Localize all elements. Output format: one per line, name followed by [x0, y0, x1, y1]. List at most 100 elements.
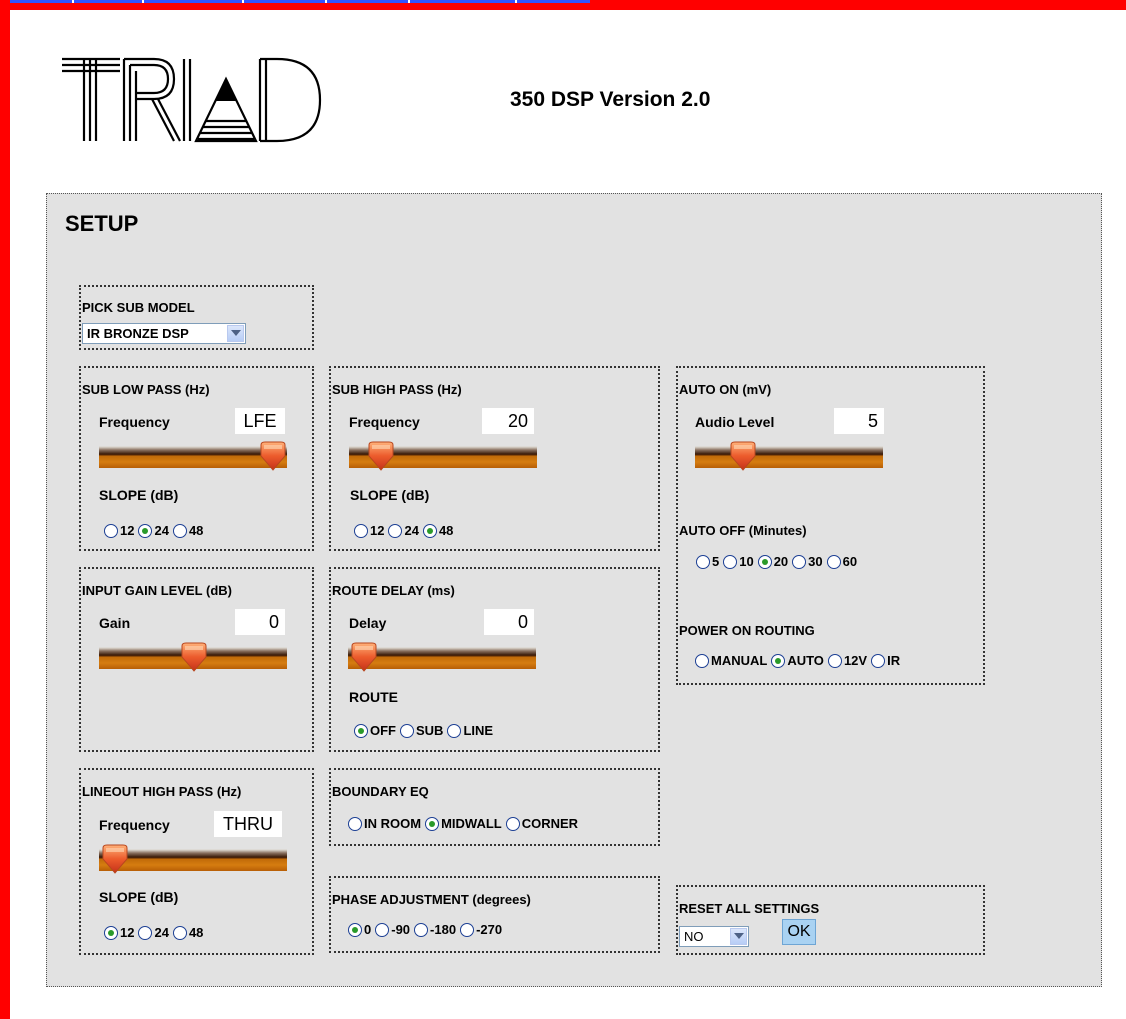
auto-off-option[interactable]: 60 — [826, 553, 858, 571]
lineout-slope-radio[interactable] — [172, 925, 187, 940]
power-on-routing-group[interactable]: MANUAL AUTO 12V IR — [695, 652, 904, 674]
power-on-routing-radio[interactable] — [871, 653, 886, 668]
slider-thumb[interactable] — [348, 641, 382, 673]
sub-low-pass-slope-radio[interactable] — [172, 523, 187, 538]
sub-low-pass-slope-group[interactable]: 12 24 48 — [104, 522, 207, 544]
slider-thumb[interactable] — [365, 440, 399, 472]
slider-thumb[interactable] — [99, 843, 133, 875]
power-on-routing-option[interactable]: AUTO — [771, 652, 824, 670]
boundary-eq-group[interactable]: IN ROOM MIDWALL CORNER — [348, 815, 582, 837]
phase-radio[interactable] — [348, 922, 362, 937]
route-group[interactable]: OFF SUB LINE — [354, 722, 497, 744]
power-on-routing-radio[interactable] — [827, 653, 842, 668]
chevron-down-icon[interactable] — [730, 928, 747, 945]
auto-off-radio[interactable] — [757, 554, 772, 569]
power-on-routing-radio[interactable] — [771, 653, 786, 668]
sub-low-pass-slope-radio[interactable] — [104, 523, 118, 538]
sub-low-pass-slope-label: 48 — [188, 523, 204, 539]
phase-group[interactable]: 0 -90 -180 -270 — [348, 921, 506, 943]
ok-button[interactable]: OK — [782, 919, 816, 945]
boundary-eq-radio[interactable] — [425, 816, 440, 831]
phase-option[interactable]: -180 — [414, 921, 456, 939]
boundary-eq-radio[interactable] — [505, 816, 520, 831]
auto-off-option[interactable]: 10 — [723, 553, 754, 571]
delay-value[interactable]: 0 — [484, 609, 534, 635]
lineout-slope-radio[interactable] — [138, 925, 153, 940]
slider-thumb[interactable] — [178, 641, 212, 673]
phase-radio[interactable] — [460, 922, 475, 937]
auto-off-option[interactable]: 20 — [757, 553, 788, 571]
phase-title: PHASE ADJUSTMENT (degrees) — [332, 892, 531, 907]
route-radio[interactable] — [447, 723, 462, 738]
lineout-slope-option[interactable]: 24 — [138, 924, 169, 942]
power-on-routing-option[interactable]: MANUAL — [695, 652, 767, 670]
route-radio[interactable] — [354, 723, 368, 738]
sub-high-pass-frequency-value[interactable]: 20 — [482, 408, 534, 434]
sub-low-pass-slope-option[interactable]: 48 — [172, 522, 204, 540]
sub-high-pass-slider[interactable] — [349, 440, 537, 471]
phase-option[interactable]: -90 — [375, 921, 410, 939]
gain-slider[interactable] — [99, 641, 287, 672]
boundary-eq-option[interactable]: CORNER — [505, 815, 578, 833]
chevron-down-icon[interactable] — [227, 325, 244, 342]
power-on-routing-option[interactable]: IR — [871, 652, 900, 670]
slider-thumb[interactable] — [257, 440, 291, 472]
lineout-slider[interactable] — [99, 843, 287, 874]
power-on-routing-label: AUTO — [787, 653, 824, 669]
phase-option[interactable]: -270 — [460, 921, 502, 939]
sub-high-pass-slope-option[interactable]: 24 — [388, 522, 419, 540]
audio-level-slider[interactable] — [695, 440, 883, 471]
route-option[interactable]: LINE — [447, 722, 493, 740]
sub-low-pass-slope-option[interactable]: 24 — [138, 522, 169, 540]
auto-off-label: 60 — [842, 554, 858, 570]
lineout-frequency-value[interactable]: THRU — [214, 811, 282, 837]
phase-radio[interactable] — [375, 922, 390, 937]
route-label: OFF — [370, 723, 396, 739]
auto-off-radio[interactable] — [826, 554, 841, 569]
sub-low-pass-slope-radio[interactable] — [138, 523, 153, 538]
lineout-slope-option[interactable]: 48 — [172, 924, 203, 942]
sub-low-pass-slope-label: SLOPE (dB) — [99, 487, 179, 503]
route-radio[interactable] — [400, 723, 414, 738]
power-on-routing-option[interactable]: 12V — [827, 652, 868, 670]
auto-off-option[interactable]: 5 — [696, 553, 719, 571]
gain-value[interactable]: 0 — [235, 609, 285, 635]
reset-select[interactable]: NO — [679, 926, 749, 947]
sub-low-pass-slider[interactable] — [99, 440, 287, 471]
auto-off-title: AUTO OFF (Minutes) — [679, 523, 807, 538]
sub-high-pass-slope-radio[interactable] — [422, 523, 437, 538]
reset-selected: NO — [684, 929, 704, 944]
audio-level-value[interactable]: 5 — [834, 408, 884, 434]
sub-low-pass-frequency-value[interactable]: LFE — [235, 408, 285, 434]
route-option[interactable]: OFF — [354, 722, 396, 740]
power-on-routing-label: 12V — [843, 653, 868, 669]
lineout-slope-option[interactable]: 12 — [104, 924, 134, 942]
auto-off-group[interactable]: 5 10 20 30 60 — [696, 553, 861, 575]
slider-thumb[interactable] — [727, 440, 761, 472]
sub-high-pass-slope-radio[interactable] — [354, 523, 368, 538]
auto-off-radio[interactable] — [792, 554, 807, 569]
sub-high-pass-slope-group[interactable]: 12 24 48 — [354, 522, 457, 544]
sub-model-select[interactable]: IR BRONZE DSP — [82, 323, 246, 344]
lineout-slope-radio[interactable] — [104, 925, 118, 940]
phase-radio[interactable] — [414, 922, 429, 937]
auto-off-radio[interactable] — [723, 554, 738, 569]
input-gain-title: INPUT GAIN LEVEL (dB) — [82, 583, 232, 598]
phase-option[interactable]: 0 — [348, 921, 371, 939]
boundary-eq-radio[interactable] — [348, 816, 362, 831]
delay-slider[interactable] — [348, 641, 536, 672]
auto-off-label: 30 — [808, 554, 823, 570]
power-on-routing-radio[interactable] — [695, 653, 709, 668]
lineout-slope-group[interactable]: 12 24 48 — [104, 924, 207, 946]
sub-high-pass-slope-option[interactable]: 48 — [422, 522, 453, 540]
sub-high-pass-slope-radio[interactable] — [388, 523, 403, 538]
sub-high-pass-slope-label: 12 — [370, 523, 385, 539]
boundary-eq-option[interactable]: IN ROOM — [348, 815, 421, 833]
auto-off-radio[interactable] — [696, 554, 710, 569]
sub-high-pass-slope-option[interactable]: 12 — [354, 522, 384, 540]
boundary-eq-option[interactable]: MIDWALL — [425, 815, 502, 833]
auto-off-option[interactable]: 30 — [792, 553, 823, 571]
route-option[interactable]: SUB — [400, 722, 443, 740]
slider-track[interactable] — [695, 440, 883, 468]
sub-low-pass-slope-option[interactable]: 12 — [104, 522, 134, 540]
